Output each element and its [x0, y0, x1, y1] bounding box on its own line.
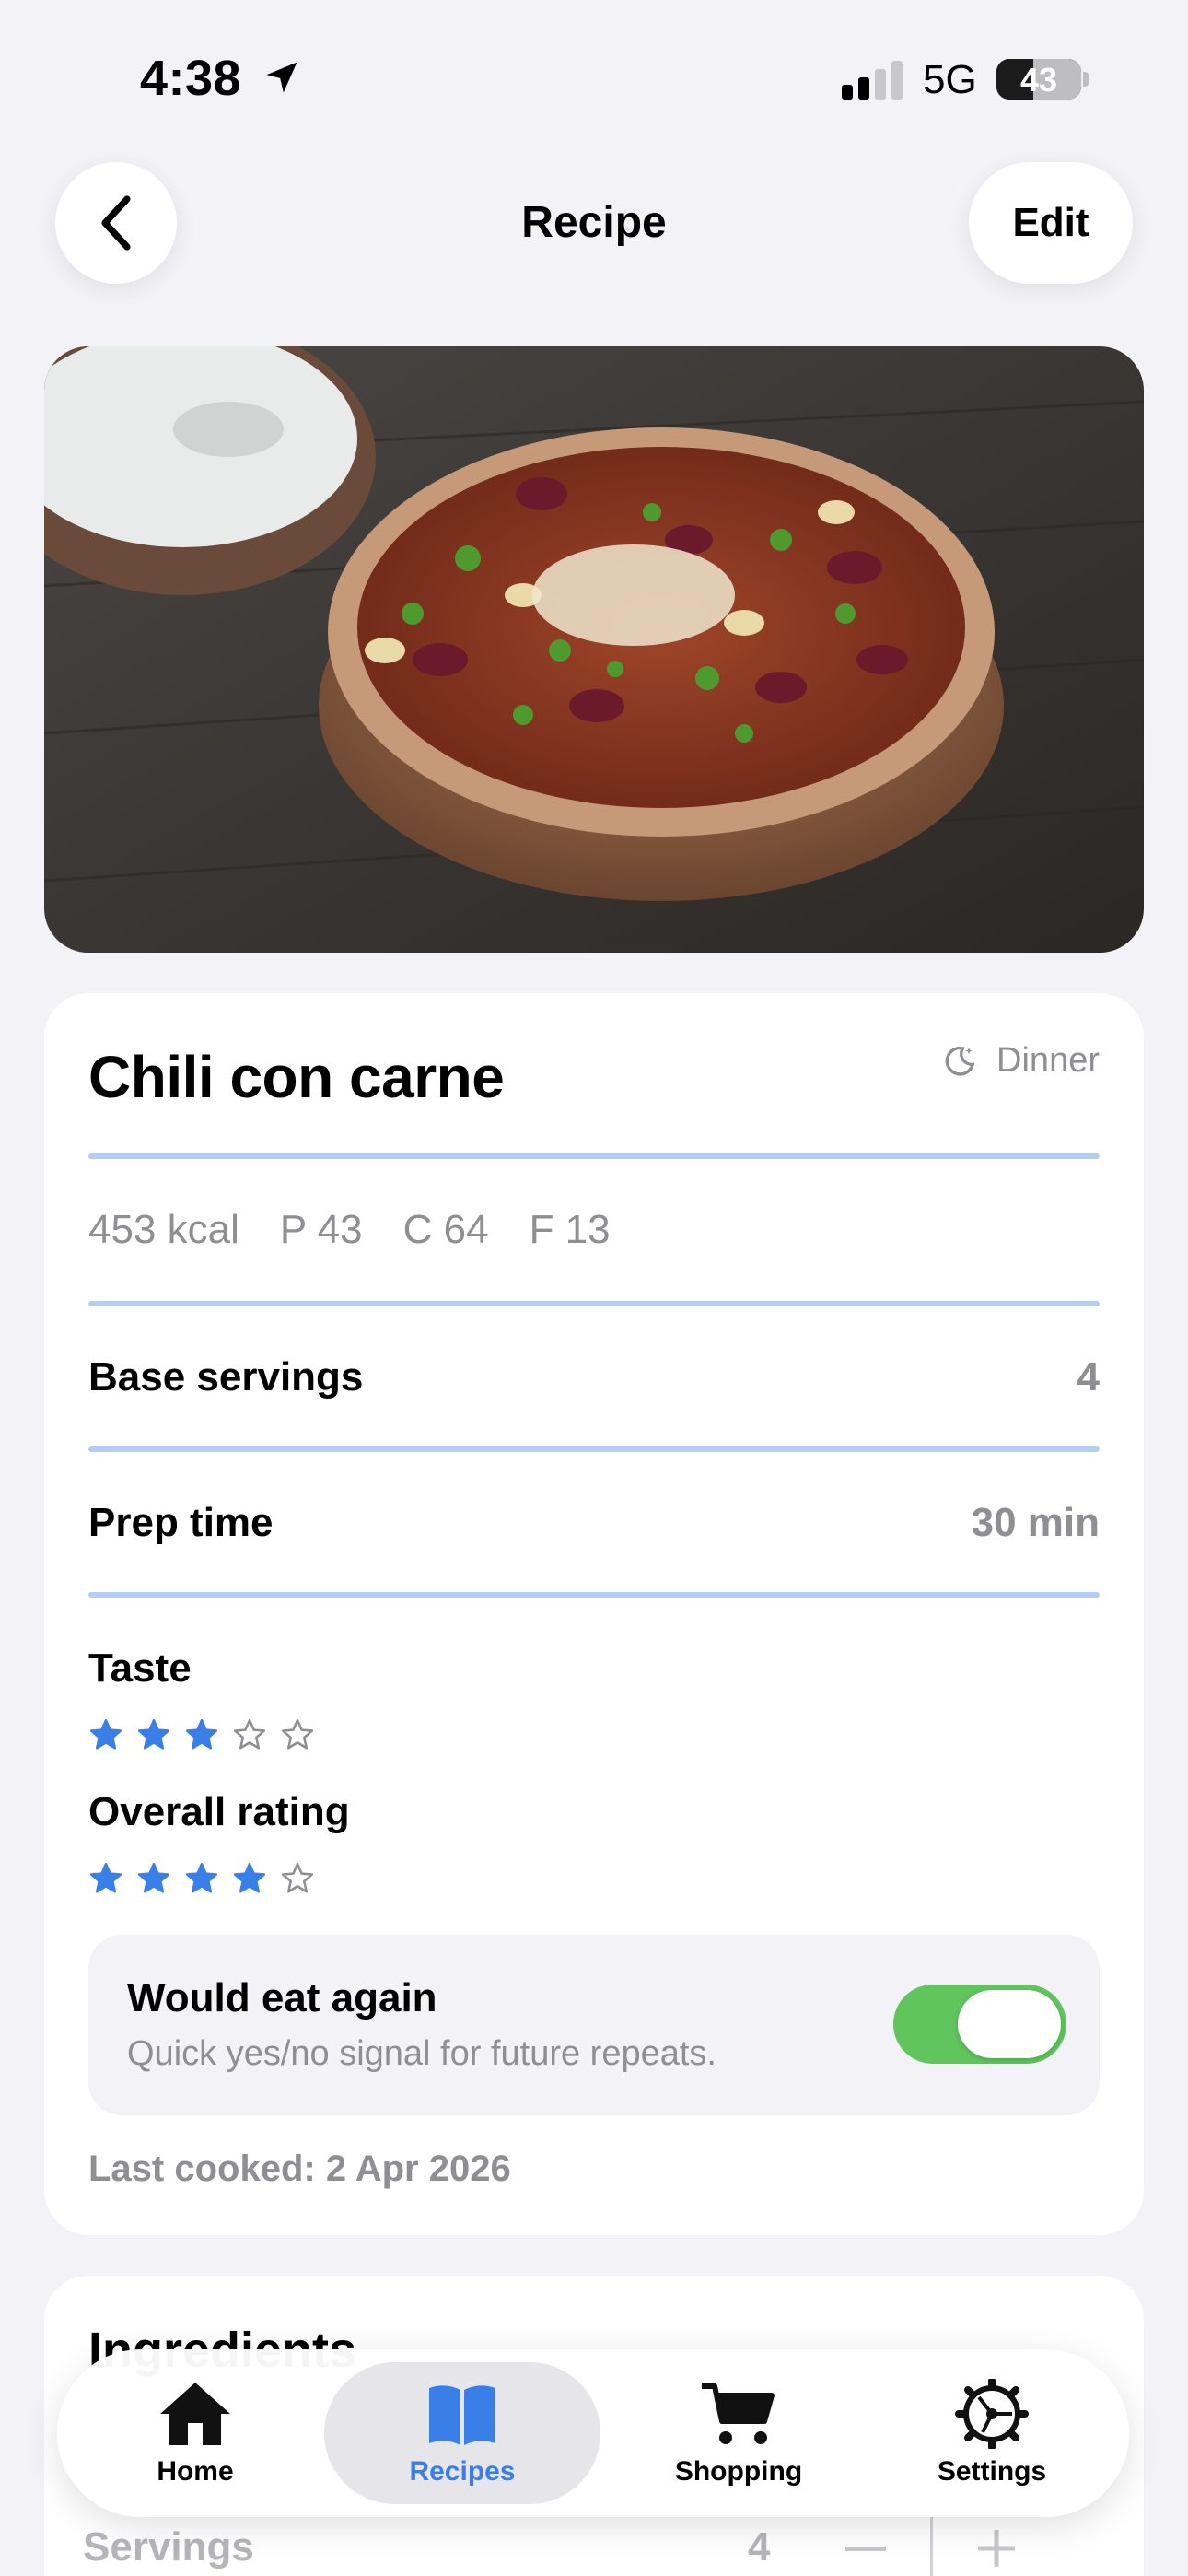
tab-home[interactable]: Home	[85, 2362, 306, 2504]
battery-cap	[1083, 72, 1089, 87]
moon-icon	[945, 1046, 975, 1076]
location-arrow-icon	[266, 62, 297, 93]
edit-button[interactable]: Edit	[969, 162, 1133, 284]
toggle-knob	[958, 1990, 1061, 2058]
tab-recipes-label: Recipes	[409, 2456, 516, 2487]
tab-recipes[interactable]: Recipes	[324, 2362, 600, 2504]
meal-type-label: Dinner	[996, 1041, 1100, 1080]
star-empty-icon[interactable]	[280, 1717, 315, 1752]
tab-shopping-label: Shopping	[674, 2456, 803, 2487]
taste-label: Taste	[88, 1645, 192, 1691]
would-eat-again-title: Would eat again	[127, 1975, 437, 2020]
network-type: 5G	[923, 57, 977, 102]
tab-shopping[interactable]: Shopping	[610, 2362, 868, 2504]
taste-rating[interactable]	[88, 1717, 315, 1752]
star-filled-icon[interactable]	[136, 1861, 171, 1896]
star-filled-icon[interactable]	[184, 1717, 219, 1752]
divider	[88, 1446, 1100, 1452]
divider	[88, 1592, 1100, 1598]
tab-home-label: Home	[157, 2456, 234, 2487]
star-filled-icon[interactable]	[88, 1861, 123, 1896]
divider	[88, 1301, 1100, 1306]
servings-value: 4	[748, 2524, 771, 2570]
would-eat-again-subtitle: Quick yes/no signal for future repeats.	[127, 2034, 716, 2073]
protein-value: P 43	[279, 1207, 363, 1252]
prep-time-label: Prep time	[88, 1500, 274, 1545]
base-servings-value[interactable]: 4	[1077, 1354, 1100, 1400]
recipe-details-card: Chili con carne Dinner 453 kcal P 43 C 6…	[44, 993, 1144, 2235]
recipe-photo	[44, 346, 1144, 953]
cart-icon	[702, 2383, 775, 2444]
status-time: 4:38	[140, 51, 242, 106]
star-empty-icon[interactable]	[280, 1861, 315, 1896]
stepper-divider	[930, 2513, 933, 2576]
cellular-signal-icon	[842, 61, 903, 100]
star-filled-icon[interactable]	[232, 1861, 267, 1896]
minus-icon[interactable]	[845, 2547, 886, 2551]
recipe-name: Chili con carne	[88, 1044, 505, 1110]
tab-bar: Home Recipes Shopping Settings	[57, 2349, 1129, 2517]
would-eat-again-row: Would eat again Quick yes/no signal for …	[88, 1935, 1100, 2115]
star-filled-icon[interactable]	[136, 1717, 171, 1752]
star-empty-icon[interactable]	[232, 1717, 267, 1752]
overall-rating-label: Overall rating	[88, 1789, 350, 1834]
gear-icon	[955, 2379, 1029, 2449]
tab-settings[interactable]: Settings	[877, 2362, 1107, 2504]
tab-settings-label: Settings	[937, 2456, 1047, 2487]
overall-rating[interactable]	[88, 1861, 315, 1896]
divider	[88, 1153, 1100, 1159]
house-icon	[160, 2383, 230, 2445]
prep-time-value[interactable]: 30 min	[972, 1500, 1100, 1546]
book-icon	[429, 2385, 495, 2445]
would-eat-again-toggle[interactable]	[893, 1985, 1066, 2064]
star-filled-icon[interactable]	[184, 1861, 219, 1896]
plus-icon[interactable]	[976, 2528, 1017, 2569]
carbs-value: C 64	[402, 1207, 489, 1252]
meal-type-badge: Dinner	[941, 1041, 1100, 1081]
base-servings-label: Base servings	[88, 1354, 364, 1399]
kcal-value: 453 kcal	[88, 1207, 239, 1252]
battery-level: 43	[1019, 61, 1058, 99]
servings-label: Servings	[83, 2524, 254, 2570]
star-filled-icon[interactable]	[88, 1717, 123, 1752]
battery-icon: 43	[996, 59, 1081, 100]
last-cooked: Last cooked: 2 Apr 2026	[88, 2149, 511, 2189]
fat-value: F 13	[529, 1207, 611, 1252]
status-bar: 4:38 5G 43	[0, 0, 1188, 157]
macros-row: 453 kcal P 43 C 64 F 13	[88, 1207, 611, 1253]
